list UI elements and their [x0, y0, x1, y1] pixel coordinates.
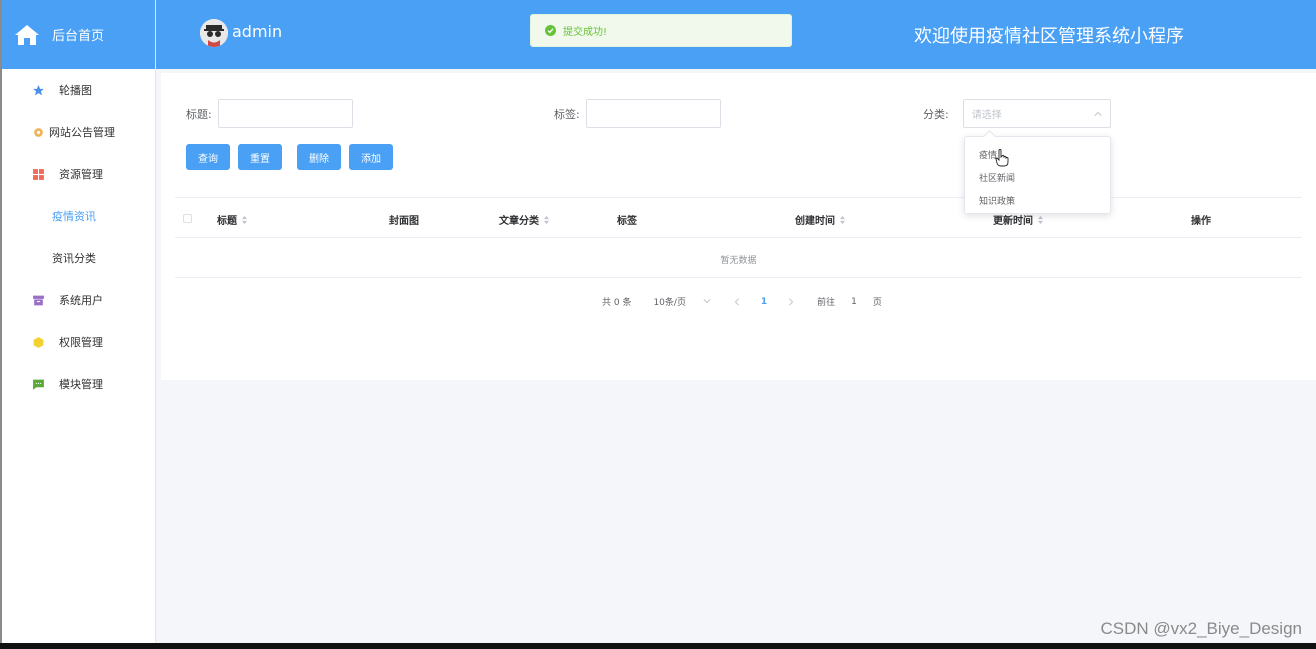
cube-icon: [31, 335, 45, 349]
column-label: 封面图: [389, 216, 419, 227]
tag-filter-label: 标签:: [554, 107, 580, 121]
bottom-bar: [0, 643, 1316, 649]
prev-page-icon[interactable]: [733, 297, 741, 306]
category-filter-label: 分类:: [923, 107, 949, 121]
tag-input[interactable]: [585, 99, 721, 128]
category-select[interactable]: 请选择: [962, 99, 1111, 128]
dropdown-option-epidemic[interactable]: 疫情: [965, 143, 1110, 166]
goto-prefix: 前往: [817, 298, 836, 308]
watermark: CSDN @vx2_Biye_Design: [1100, 619, 1302, 638]
tag-filter: 标签:: [554, 99, 721, 128]
hand-cursor-icon: [995, 149, 1009, 167]
goto-input[interactable]: 1: [851, 297, 857, 307]
check-circle-icon: [545, 25, 556, 36]
column-label: 操作: [1191, 216, 1211, 227]
goto-suffix: 页: [872, 298, 882, 308]
column-label: 创建时间: [795, 216, 835, 227]
home-icon: [15, 24, 39, 45]
query-button[interactable]: 查询: [186, 144, 230, 170]
pagination: 共 0 条 10条/页 1 前往 1 页: [602, 295, 882, 309]
grid-icon: [31, 167, 45, 181]
sidebar-item-label: 网站公告管理: [49, 126, 115, 139]
sidebar: 后台首页 轮播图 网站公告管理 资源管理 疫情资讯 资讯分类 系统用户 权限管理…: [0, 0, 156, 643]
sidebar-item-carousel[interactable]: 轮播图: [0, 69, 155, 111]
sidebar-item-system-users[interactable]: 系统用户: [0, 279, 155, 321]
reset-button[interactable]: 重置: [238, 144, 282, 170]
next-page-icon[interactable]: [787, 297, 795, 306]
data-table: 标题 封面图 文章分类 标签 创建时间 更新时间 操作 暂无数据: [175, 197, 1302, 278]
chevron-down-icon: [703, 299, 711, 304]
success-toast: 提交成功!: [530, 14, 792, 47]
brand-home[interactable]: 后台首页: [0, 0, 155, 69]
sidebar-item-announcement[interactable]: 网站公告管理: [0, 111, 155, 153]
category-filter: 分类: 请选择: [923, 99, 1111, 128]
column-actions: 操作: [1191, 212, 1211, 227]
sidebar-item-label: 资讯分类: [52, 252, 96, 265]
column-label: 标题: [217, 216, 237, 227]
sidebar-item-news-category[interactable]: 资讯分类: [0, 237, 155, 279]
content-panel: 标题: 标签: 分类: 请选择 查询 重置 删除 添加 标题 封面图 文章分类 …: [161, 73, 1316, 380]
table-header: 标题 封面图 文章分类 标签 创建时间 更新时间 操作: [175, 198, 1302, 238]
brand-title: 后台首页: [52, 29, 105, 44]
sidebar-item-permissions[interactable]: 权限管理: [0, 321, 155, 363]
sidebar-item-label: 轮播图: [59, 84, 92, 97]
archive-icon: [31, 293, 45, 307]
empty-text: 暂无数据: [720, 256, 757, 266]
avatar-icon: [200, 19, 228, 47]
select-all-checkbox[interactable]: [183, 214, 192, 223]
page-size-select[interactable]: 10条/页: [653, 295, 711, 308]
title-filter-label: 标题:: [186, 107, 212, 121]
column-updated[interactable]: 更新时间: [993, 212, 1044, 227]
sidebar-item-label: 权限管理: [59, 336, 103, 349]
page-size-label: 10条/页: [653, 298, 686, 308]
sidebar-menu: 轮播图 网站公告管理 资源管理 疫情资讯 资讯分类 系统用户 权限管理 模块管理: [0, 69, 155, 405]
dropdown-option-policy[interactable]: 知识政策: [965, 189, 1110, 212]
sidebar-item-resources[interactable]: 资源管理: [0, 153, 155, 195]
column-tag: 标签: [617, 212, 637, 227]
username[interactable]: admin: [232, 22, 282, 41]
dropdown-option-community-news[interactable]: 社区新闻: [965, 166, 1110, 189]
column-label: 更新时间: [993, 216, 1033, 227]
column-created[interactable]: 创建时间: [795, 212, 846, 227]
message-icon: [31, 377, 45, 391]
sort-icon: [544, 215, 549, 224]
star-icon: [31, 83, 45, 97]
sort-icon: [1038, 215, 1043, 224]
column-label: 标签: [617, 216, 637, 227]
pagination-total: 共 0 条: [602, 298, 632, 308]
chevron-up-icon: [1094, 111, 1102, 116]
column-label: 文章分类: [499, 216, 539, 227]
gear-icon: [31, 125, 45, 139]
sidebar-item-label: 资源管理: [59, 168, 103, 181]
column-category[interactable]: 文章分类: [499, 212, 550, 227]
category-placeholder: 请选择: [971, 110, 1002, 121]
title-input[interactable]: [217, 99, 353, 128]
column-title[interactable]: 标题: [217, 212, 248, 227]
title-filter: 标题:: [186, 99, 353, 128]
add-button[interactable]: 添加: [349, 144, 393, 170]
column-cover: 封面图: [389, 212, 419, 227]
delete-button[interactable]: 删除: [297, 144, 341, 170]
welcome-title: 欢迎使用疫情社区管理系统小程序: [914, 26, 1184, 47]
sidebar-item-epidemic-news[interactable]: 疫情资讯: [0, 195, 155, 237]
avatar[interactable]: [200, 19, 228, 47]
current-page[interactable]: 1: [761, 297, 767, 307]
sidebar-item-modules[interactable]: 模块管理: [0, 363, 155, 405]
sort-icon: [242, 215, 247, 224]
sidebar-item-label: 疫情资讯: [52, 210, 96, 223]
toast-message: 提交成功!: [563, 27, 608, 38]
sort-icon: [840, 215, 845, 224]
sidebar-item-label: 系统用户: [59, 294, 103, 307]
category-dropdown: 疫情 社区新闻 知识政策: [964, 136, 1111, 214]
sidebar-item-label: 模块管理: [59, 378, 103, 391]
